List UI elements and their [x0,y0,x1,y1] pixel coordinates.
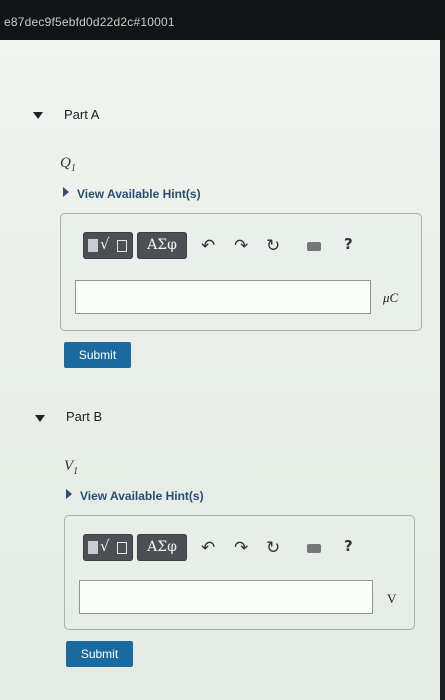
browser-top-bar: e87dec9f5ebfd0d22d2c#10001 [0,0,445,40]
square-root-icon: √ [100,537,110,555]
triangle-right-icon [63,187,69,197]
part-a-answer-box: √ ΑΣφ ↶ ↷ ↻ ? μC [60,213,422,331]
part-b-unit-label: V [387,591,397,606]
part-b-variable: V1 [64,458,79,477]
triangle-right-icon [66,489,72,499]
part-b-hint-link[interactable]: View Available Hint(s) [66,489,204,503]
part-a-submit-button[interactable]: Submit [64,342,131,368]
part-b-answer-input[interactable] [79,580,373,614]
redo-icon[interactable]: ↷ [234,538,248,558]
question-page: Part A Q1 View Available Hint(s) √ ΑΣφ ↶… [0,40,440,700]
url-hash-text: e87dec9f5ebfd0d22d2c#10001 [4,15,175,29]
greek-symbols-button[interactable]: ΑΣφ [137,534,187,561]
help-icon[interactable]: ? [344,537,353,555]
template-block-icon [88,541,98,554]
part-a-unit-label: μC [383,290,399,305]
reset-icon[interactable]: ↻ [266,236,280,256]
undo-icon[interactable]: ↶ [201,538,215,558]
reset-icon[interactable]: ↻ [266,538,280,558]
template-box-icon [117,542,127,554]
square-root-icon: √ [100,235,110,253]
templates-button[interactable]: √ [83,232,133,259]
part-a-collapse-caret-icon[interactable] [33,112,43,119]
template-block-icon [88,239,98,252]
keyboard-icon[interactable] [307,242,321,251]
part-a-title: Part A [64,107,100,122]
redo-icon[interactable]: ↷ [234,236,248,256]
part-b-answer-box: √ ΑΣφ ↶ ↷ ↻ ? V [64,515,415,630]
part-b-title: Part B [66,409,103,424]
greek-symbols-button[interactable]: ΑΣφ [137,232,187,259]
part-a-variable: Q1 [60,155,76,174]
undo-icon[interactable]: ↶ [201,236,215,256]
part-b-submit-button[interactable]: Submit [66,641,133,667]
template-box-icon [117,240,127,252]
part-b-collapse-caret-icon[interactable] [35,415,45,422]
keyboard-icon[interactable] [307,544,321,553]
templates-button[interactable]: √ [83,534,133,561]
help-icon[interactable]: ? [344,235,353,253]
part-a-hint-link[interactable]: View Available Hint(s) [63,187,201,201]
part-a-answer-input[interactable] [75,280,371,314]
